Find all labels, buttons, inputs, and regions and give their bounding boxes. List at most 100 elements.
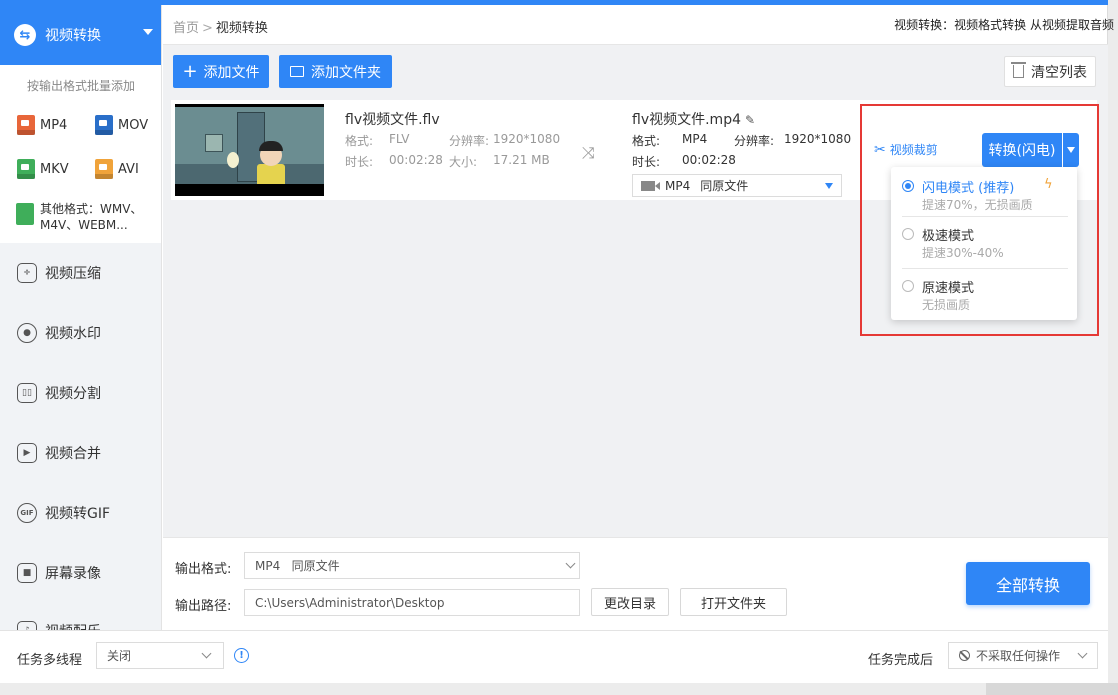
- output-resolution-label: 分辨率:: [734, 134, 775, 148]
- after-task-select[interactable]: 不采取任何操作: [948, 642, 1098, 669]
- annotation-highlight-box: [860, 104, 1099, 336]
- multithread-label: 任务多线程: [17, 653, 83, 668]
- format-mov[interactable]: MOV: [95, 115, 148, 135]
- output-file-name: flv视频文件.mp4 ✎: [632, 109, 755, 129]
- output-format-select-sub: 同原文件: [700, 179, 749, 193]
- format-label: MKV: [40, 161, 69, 177]
- breadcrumb-separator: >: [202, 21, 213, 36]
- sidebar-item-merge[interactable]: ▶ 视频合并: [0, 433, 161, 473]
- title-accent-bar: [0, 0, 1108, 5]
- shuffle-arrow-icon: ⤨: [582, 143, 595, 162]
- info-icon[interactable]: !: [234, 648, 249, 663]
- trash-icon: [1011, 62, 1026, 78]
- breadcrumb: 首页 > 视频转换: [173, 17, 268, 36]
- sidebar-item-label: 视频合并: [45, 446, 101, 462]
- sidebar-item-split[interactable]: ▯▯ 视频分割: [0, 373, 161, 413]
- avi-file-icon: [95, 159, 113, 179]
- format-label: AVI: [118, 161, 139, 177]
- source-size: 17.21 MB: [493, 153, 550, 167]
- format-label: MOV: [118, 117, 149, 133]
- source-duration: 00:02:28: [389, 153, 443, 167]
- chevron-down-icon: [1077, 648, 1088, 659]
- sidebar-item-label: 视频转GIF: [45, 506, 111, 522]
- other-file-icon: [16, 203, 34, 225]
- other-format-line: 其他格式：WMV、: [40, 202, 143, 216]
- sidebar-item-label: 视频转换: [45, 28, 101, 44]
- source-format: FLV: [389, 132, 410, 146]
- sidebar-item-watermark[interactable]: ● 视频水印: [0, 313, 161, 353]
- pencil-icon[interactable]: ✎: [745, 113, 755, 127]
- background-window-edge: [986, 683, 1118, 695]
- format-label: MP4: [40, 117, 68, 133]
- output-format-label: 输出格式:: [175, 562, 232, 577]
- output-format-dropdown[interactable]: MP4 同原文件: [244, 552, 580, 579]
- open-folder-button[interactable]: 打开文件夹: [680, 588, 787, 616]
- add-file-label: 添加文件: [203, 64, 260, 81]
- sidebar-item-label: 视频水印: [45, 326, 101, 342]
- gif-icon: GIF: [17, 503, 37, 523]
- chevron-down-icon: [565, 558, 576, 569]
- folder-icon: [290, 66, 304, 77]
- mp4-file-icon: [17, 115, 35, 135]
- chevron-down-icon: [201, 648, 212, 659]
- music-icon: ♪: [17, 621, 37, 630]
- format-other[interactable]: 其他格式：WMV、 M4V、WEBM...: [16, 201, 142, 233]
- page-description: 视频转换：视频格式转换 从视频提取音频: [894, 18, 1114, 32]
- add-file-button[interactable]: + 添加文件: [173, 55, 269, 88]
- format-panel: 按输出格式批量添加 MP4 MOV MKV AVI 其他格式：WMV、 M4V、…: [0, 65, 161, 243]
- sidebar: ⇆ 视频转换 按输出格式批量添加 MP4 MOV MKV AVI 其他格式：WM…: [0, 5, 162, 630]
- source-file-name: flv视频文件.flv: [345, 112, 440, 128]
- split-icon: ▯▯: [17, 383, 37, 403]
- watermark-icon: ●: [17, 323, 37, 343]
- sidebar-item-label: 视频分割: [45, 386, 101, 402]
- sidebar-item-screen-record[interactable]: ■ 屏幕录像: [0, 553, 161, 593]
- source-format-label: 格式:: [345, 134, 374, 148]
- change-directory-button[interactable]: 更改目录: [591, 588, 669, 616]
- add-folder-label: 添加文件夹: [311, 64, 381, 81]
- video-thumbnail[interactable]: [175, 104, 324, 196]
- multithread-value: 关闭: [107, 649, 132, 663]
- after-task-label: 任务完成后: [868, 653, 934, 668]
- sidebar-item-music[interactable]: ♪ 视频配乐: [0, 611, 161, 630]
- format-mkv[interactable]: MKV: [17, 159, 69, 179]
- output-resolution: 1920*1080: [784, 132, 852, 146]
- sidebar-item-compress[interactable]: ÷ 视频压缩: [0, 253, 161, 293]
- screen-record-icon: ■: [17, 563, 37, 583]
- convert-icon: ⇆: [14, 24, 36, 46]
- source-duration-label: 时长:: [345, 155, 374, 169]
- after-task-value: 不采取任何操作: [976, 649, 1061, 663]
- video-icon: [641, 180, 660, 191]
- other-format-text: 其他格式：WMV、 M4V、WEBM...: [40, 201, 142, 233]
- chevron-down-icon: [143, 29, 153, 35]
- output-format-select-value: MP4: [665, 178, 691, 193]
- output-path-label: 输出路径:: [175, 599, 232, 614]
- sidebar-item-video-convert[interactable]: ⇆ 视频转换: [0, 5, 161, 65]
- merge-icon: ▶: [17, 443, 37, 463]
- source-resolution-label: 分辨率:: [449, 134, 490, 148]
- output-format-label: 格式:: [632, 134, 661, 148]
- source-resolution: 1920*1080: [493, 132, 561, 146]
- output-duration-label: 时长:: [632, 155, 661, 169]
- output-format-select[interactable]: MP4 同原文件: [632, 174, 842, 197]
- output-path-field[interactable]: C:\Users\Administrator\Desktop: [244, 589, 580, 616]
- add-folder-button[interactable]: 添加文件夹: [279, 55, 392, 88]
- output-file-name-text: flv视频文件.mp4: [632, 112, 741, 128]
- clear-list-label: 清空列表: [1031, 64, 1087, 81]
- sidebar-item-gif[interactable]: GIF 视频转GIF: [0, 493, 161, 533]
- format-mp4[interactable]: MP4: [17, 115, 67, 135]
- clear-list-button[interactable]: 清空列表: [1004, 56, 1096, 87]
- multithread-select[interactable]: 关闭: [96, 642, 224, 669]
- output-format: MP4: [682, 132, 708, 146]
- ban-icon: [959, 650, 970, 661]
- source-size-label: 大小:: [449, 155, 478, 169]
- caret-down-icon: [825, 183, 833, 189]
- sidebar-item-label: 视频配乐: [45, 621, 101, 630]
- output-duration: 00:02:28: [682, 153, 736, 167]
- format-avi[interactable]: AVI: [95, 159, 139, 179]
- sidebar-item-label: 视频压缩: [45, 266, 101, 282]
- batch-add-hint: 按输出格式批量添加: [26, 79, 135, 93]
- breadcrumb-home[interactable]: 首页: [173, 21, 199, 36]
- other-format-line: M4V、WEBM...: [40, 218, 128, 232]
- convert-all-button[interactable]: 全部转换: [966, 562, 1090, 605]
- sidebar-item-label: 屏幕录像: [45, 566, 101, 582]
